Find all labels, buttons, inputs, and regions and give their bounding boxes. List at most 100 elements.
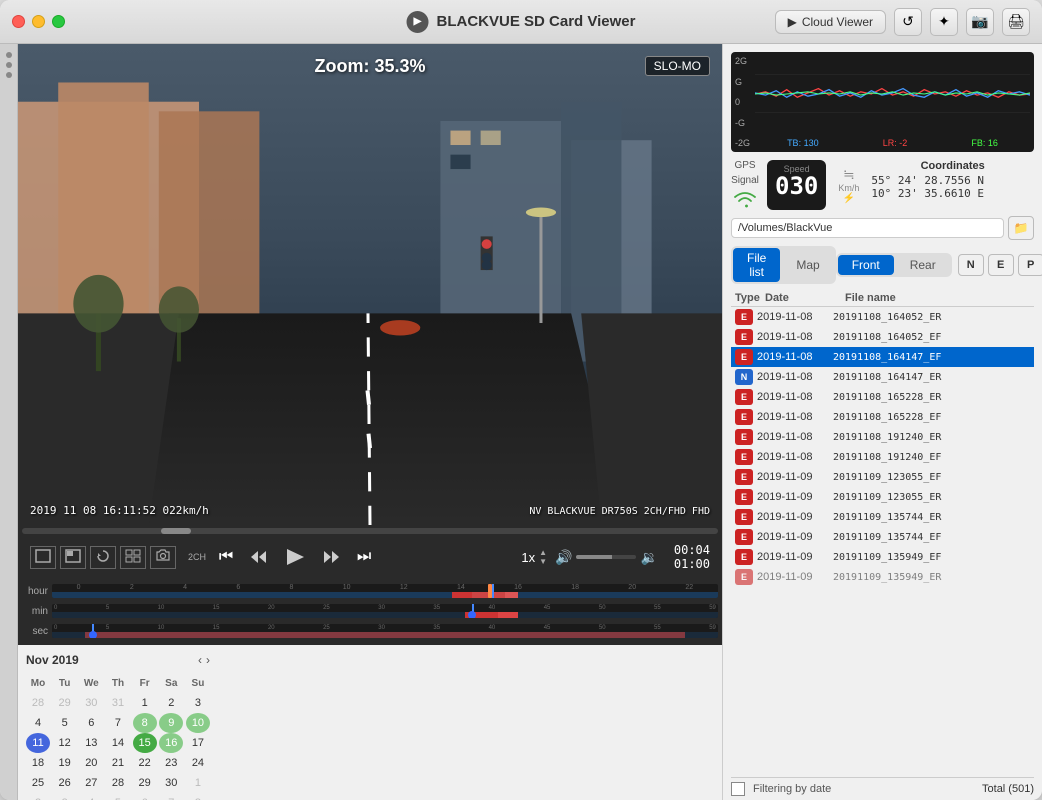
logo-icon: ▶ — [414, 16, 422, 27]
cal-day[interactable]: 22 — [133, 753, 157, 773]
cal-day[interactable]: 4 — [79, 793, 103, 800]
cal-day[interactable]: 21 — [106, 753, 130, 773]
cal-day[interactable]: 8 — [186, 793, 210, 800]
file-row[interactable]: E 2019-11-08 20191108_165228_EF — [731, 407, 1034, 427]
cal-day[interactable]: 17 — [186, 733, 210, 753]
file-row[interactable]: E 2019-11-09 20191109_135744_EF — [731, 527, 1034, 547]
cal-day-8[interactable]: 8 — [133, 713, 157, 733]
tab-front[interactable]: Front — [838, 255, 894, 275]
maximize-button[interactable] — [52, 15, 65, 28]
screenshot-btn[interactable] — [150, 546, 176, 569]
tab-rear[interactable]: Rear — [896, 255, 950, 275]
cal-day[interactable]: 5 — [106, 793, 130, 800]
cal-day[interactable]: 25 — [26, 773, 50, 793]
refresh-button[interactable]: ↺ — [894, 8, 922, 36]
scrollbar-thumb[interactable] — [161, 528, 191, 534]
timeline-sec-track[interactable]: 0 5 10 15 20 25 30 35 40 45 50 — [52, 624, 718, 638]
cal-day[interactable]: 2 — [26, 793, 50, 800]
play-button[interactable] — [280, 545, 310, 569]
camera-button[interactable]: 📷 — [966, 8, 994, 36]
step-fwd-button[interactable] — [318, 547, 344, 567]
cal-day[interactable]: 24 — [186, 753, 210, 773]
cal-day-9[interactable]: 9 — [159, 713, 183, 733]
cal-day[interactable]: 6 — [133, 793, 157, 800]
calendar-next-button[interactable]: › — [206, 653, 210, 667]
step-back-button[interactable] — [246, 547, 272, 567]
file-type-icon: E — [735, 309, 753, 325]
skip-fwd-button[interactable]: ⏭ — [352, 546, 376, 568]
path-input[interactable] — [731, 218, 1004, 238]
view-rotate-btn[interactable] — [90, 546, 116, 569]
filter-e-button[interactable]: E — [988, 254, 1014, 276]
cal-day[interactable]: 5 — [53, 713, 77, 733]
speed-down-arrow[interactable]: ▼ — [539, 557, 547, 566]
cloud-viewer-button[interactable]: ▶ Cloud Viewer — [775, 10, 886, 34]
close-button[interactable] — [12, 15, 25, 28]
file-row[interactable]: E 2019-11-09 20191109_123055_ER — [731, 487, 1034, 507]
speed-up-arrow[interactable]: ▲ — [539, 548, 547, 557]
cal-day[interactable]: 12 — [53, 733, 77, 753]
cal-day[interactable]: 1 — [133, 693, 157, 713]
print-button[interactable]: 🖨 — [1002, 8, 1030, 36]
file-row[interactable]: E 2019-11-08 20191108_165228_ER — [731, 387, 1034, 407]
filter-p-button[interactable]: P — [1018, 254, 1042, 276]
cal-day-15[interactable]: 15 — [133, 733, 157, 753]
file-row[interactable]: E 2019-11-08 20191108_164052_ER — [731, 307, 1034, 327]
file-row[interactable]: E 2019-11-09 20191109_135949_ER — [731, 567, 1034, 587]
file-row[interactable]: N 2019-11-08 20191108_164147_ER — [731, 367, 1034, 387]
video-scrollbar[interactable] — [18, 525, 722, 537]
cal-day[interactable]: 2 — [159, 693, 183, 713]
cal-day[interactable]: 4 — [26, 713, 50, 733]
cal-day[interactable]: 3 — [186, 693, 210, 713]
skip-back-button[interactable]: ⏮ — [214, 546, 238, 568]
scrollbar-track[interactable] — [22, 528, 718, 534]
cal-day-11[interactable]: 11 — [26, 733, 50, 753]
cal-day[interactable]: 13 — [79, 733, 103, 753]
cal-day[interactable]: 7 — [159, 793, 183, 800]
cal-day[interactable]: 31 — [106, 693, 130, 713]
file-row-selected[interactable]: E 2019-11-08 20191108_164147_EF — [731, 347, 1034, 367]
file-row[interactable]: E 2019-11-08 20191108_191240_ER — [731, 427, 1034, 447]
timeline-min-track[interactable]: 0 5 10 15 20 25 30 35 40 45 50 — [52, 604, 718, 618]
file-row[interactable]: E 2019-11-09 20191109_123055_EF — [731, 467, 1034, 487]
file-row[interactable]: E 2019-11-09 20191109_135949_EF — [731, 547, 1034, 567]
cal-day[interactable]: 23 — [159, 753, 183, 773]
filter-date-checkbox[interactable] — [731, 782, 745, 796]
cal-day[interactable]: 19 — [53, 753, 77, 773]
cal-day-16[interactable]: 16 — [159, 733, 183, 753]
speed-arrows[interactable]: ▲ ▼ — [539, 548, 547, 566]
minimize-button[interactable] — [32, 15, 45, 28]
cal-day[interactable]: 7 — [106, 713, 130, 733]
cal-day-10[interactable]: 10 — [186, 713, 210, 733]
browse-button[interactable]: 📁 — [1008, 216, 1034, 240]
calendar-prev-button[interactable]: ‹ — [198, 653, 202, 667]
view-single-btn[interactable] — [30, 546, 56, 569]
cal-day[interactable]: 30 — [159, 773, 183, 793]
view-grid-btn[interactable] — [120, 546, 146, 569]
cal-day[interactable]: 3 — [53, 793, 77, 800]
cal-day[interactable]: 29 — [53, 693, 77, 713]
compass-button[interactable]: ✦ — [930, 8, 958, 36]
timeline-hour-track[interactable]: 0 2 4 6 8 10 12 14 16 18 20 — [52, 584, 718, 598]
calendar-panel: Nov 2019 ‹ › Mo Tu We Th Fr — [18, 645, 218, 800]
cal-day[interactable]: 28 — [106, 773, 130, 793]
cal-day[interactable]: 30 — [79, 693, 103, 713]
file-row[interactable]: E 2019-11-09 20191109_135744_ER — [731, 507, 1034, 527]
cal-day[interactable]: 6 — [79, 713, 103, 733]
tab-filelist[interactable]: File list — [733, 248, 780, 282]
cal-day[interactable]: 14 — [106, 733, 130, 753]
cal-day[interactable]: 27 — [79, 773, 103, 793]
cal-day[interactable]: 18 — [26, 753, 50, 773]
tab-map[interactable]: Map — [782, 248, 833, 282]
file-row[interactable]: E 2019-11-08 20191108_191240_EF — [731, 447, 1034, 467]
cal-day[interactable]: 28 — [26, 693, 50, 713]
cal-day[interactable]: 26 — [53, 773, 77, 793]
camera-tabs: Front Rear — [836, 253, 952, 277]
cal-day[interactable]: 1 — [186, 773, 210, 793]
view-pip-btn[interactable] — [60, 546, 86, 569]
cal-day[interactable]: 29 — [133, 773, 157, 793]
filter-n-button[interactable]: N — [958, 254, 984, 276]
file-row[interactable]: E 2019-11-08 20191108_164052_EF — [731, 327, 1034, 347]
volume-slider[interactable] — [576, 555, 636, 559]
cal-day[interactable]: 20 — [79, 753, 103, 773]
